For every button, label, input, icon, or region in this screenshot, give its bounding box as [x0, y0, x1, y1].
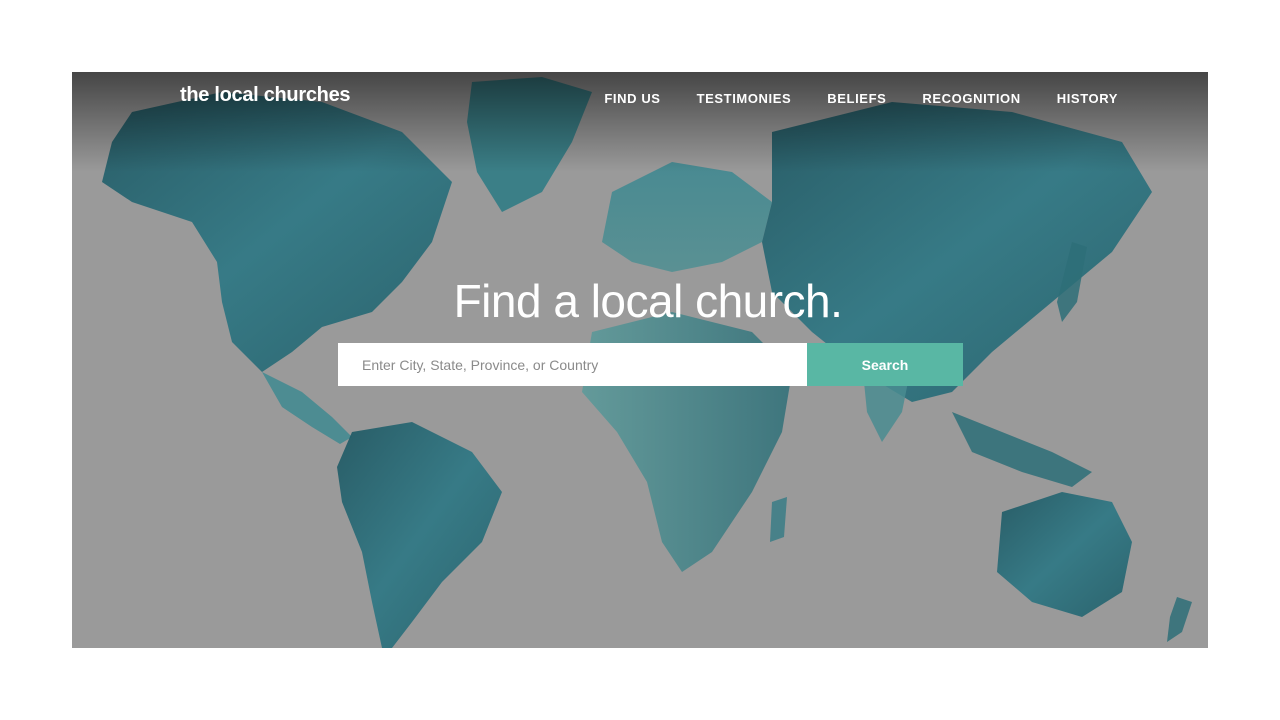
nav-item-recognition[interactable]: RECOGNITION [922, 91, 1020, 106]
search-bar: Search [338, 343, 963, 386]
europe-shape [602, 162, 772, 272]
north-america-shape [102, 92, 452, 372]
nav-item-find-us[interactable]: FIND US [604, 91, 660, 106]
site-logo[interactable]: the local churches [180, 84, 351, 107]
new-zealand-shape [1167, 597, 1192, 642]
search-button[interactable]: Search [807, 343, 963, 386]
hero-section: the local churches FIND US TESTIMONIES B… [72, 72, 1208, 648]
main-nav: FIND US TESTIMONIES BELIEFS RECOGNITION … [604, 91, 1118, 106]
search-input[interactable] [338, 343, 807, 386]
greenland-shape [467, 77, 592, 212]
page-title: Find a local church. [453, 275, 843, 327]
southeast-asia-shape [952, 412, 1092, 487]
nav-item-testimonies[interactable]: TESTIMONIES [697, 91, 792, 106]
australia-shape [997, 492, 1132, 617]
south-america-shape [337, 422, 502, 648]
madagascar-shape [770, 497, 787, 542]
nav-item-beliefs[interactable]: BELIEFS [827, 91, 886, 106]
nav-item-history[interactable]: HISTORY [1057, 91, 1118, 106]
